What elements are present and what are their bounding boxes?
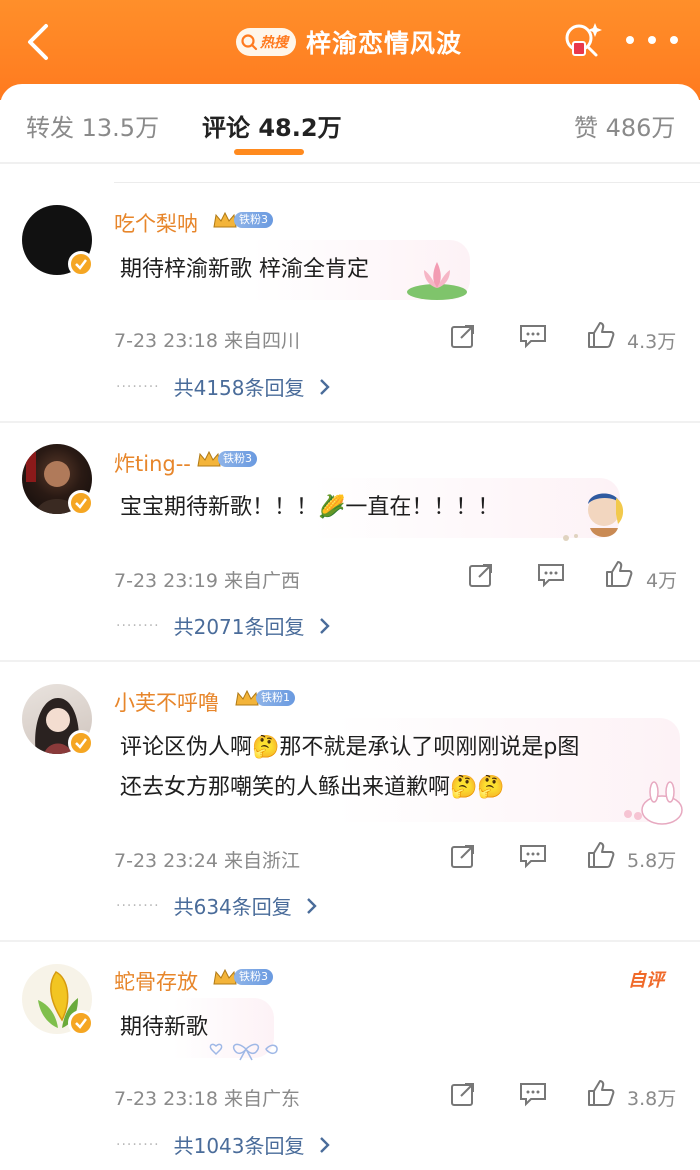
bunny-sticker-icon [624,781,683,825]
tab-likes[interactable]: 赞 486万 [574,108,675,143]
divider [0,162,700,164]
fan-level-badge[interactable]: 铁粉3 [196,449,257,469]
comment-bubble-icon[interactable] [537,562,565,588]
username[interactable]: 蛇骨存放 [114,966,198,996]
chevron-right-icon [319,378,330,395]
hot-search-label: 热搜 [260,35,288,51]
verified-badge-icon [68,1010,94,1036]
comment-time: 7-23 23:18 来自广东 [114,1088,300,1110]
comment-text: 宝宝期待新歌！！！🌽一直在！！！！ [106,478,620,538]
view-replies-link[interactable]: ········ 共4158条回复 [116,372,331,401]
search-icon [241,34,258,51]
comment-time: 7-23 23:24 来自浙江 [114,850,300,872]
username[interactable]: 小芙不呼噜 [114,687,219,717]
search-person-icon[interactable] [560,18,604,62]
thumb-up-icon[interactable] [586,320,616,350]
back-chevron-icon[interactable] [20,20,60,64]
share-arrow-icon[interactable] [468,562,494,588]
chevron-right-icon [319,617,330,634]
avatar[interactable] [22,444,94,516]
self-comment-tag: 自评 [628,970,664,991]
verified-badge-icon [68,490,94,516]
like-count: 5.8万 [627,850,677,872]
verified-badge-icon [68,730,94,756]
thumb-up-icon[interactable] [604,559,634,589]
like-count: 4.3万 [627,331,677,353]
view-replies-link[interactable]: ········ 共634条回复 [116,891,318,920]
fan-level-badge[interactable]: 铁粉1 [234,688,295,708]
divider [114,182,700,183]
comment-bubble-icon[interactable] [519,843,547,869]
like-count: 4万 [646,570,678,592]
comment-bubble-icon[interactable] [519,323,547,349]
username[interactable]: 炸ting-- [114,448,191,478]
bow-sticker-icon [209,1043,278,1061]
fan-level-badge[interactable]: 铁粉3 [212,967,273,987]
avatar[interactable] [22,964,94,1036]
girl-sticker-icon [563,493,624,541]
title-group[interactable]: 热搜 梓渝恋情风波 [236,22,462,62]
username[interactable]: 吃个梨呐 [114,208,198,238]
chevron-right-icon [306,897,317,914]
share-arrow-icon[interactable] [450,323,476,349]
active-tab-indicator [234,149,304,155]
page-title: 梓渝恋情风波 [306,29,463,58]
view-replies-link[interactable]: ········ 共1043条回复 [116,1130,331,1159]
tab-comments[interactable]: 评论 48.2万 [202,108,342,143]
share-arrow-icon[interactable] [450,843,476,869]
thumb-up-icon[interactable] [586,1078,616,1108]
view-replies-link[interactable]: ········ 共2071条回复 [116,611,331,640]
more-dots-icon[interactable] [626,20,678,60]
like-count: 3.8万 [627,1088,677,1110]
hot-search-badge: 热搜 [236,28,296,56]
tab-forward[interactable]: 转发 13.5万 [26,108,159,143]
share-arrow-icon[interactable] [450,1081,476,1107]
fan-level-badge[interactable]: 铁粉3 [212,210,273,230]
divider [0,660,700,662]
thumb-up-icon[interactable] [586,840,616,870]
comment-bubble-icon[interactable] [519,1081,547,1107]
chevron-right-icon [319,1136,330,1153]
lotus-sticker-icon [407,262,467,300]
tab-bar: 转发 13.5万 评论 48.2万 赞 486万 [0,84,700,164]
comment-time: 7-23 23:18 来自四川 [114,330,300,352]
divider [0,940,700,942]
divider [0,421,700,423]
comment-time: 7-23 23:19 来自广西 [114,570,300,592]
comment-text: 评论区伪人啊🤔那不就是承认了呗刚刚说是p图 还去女方那嘲笑的人鲧出来道歉啊🤔🤔 [106,718,680,822]
avatar[interactable] [22,205,94,277]
avatar[interactable] [22,684,94,756]
verified-badge-icon [68,251,94,277]
